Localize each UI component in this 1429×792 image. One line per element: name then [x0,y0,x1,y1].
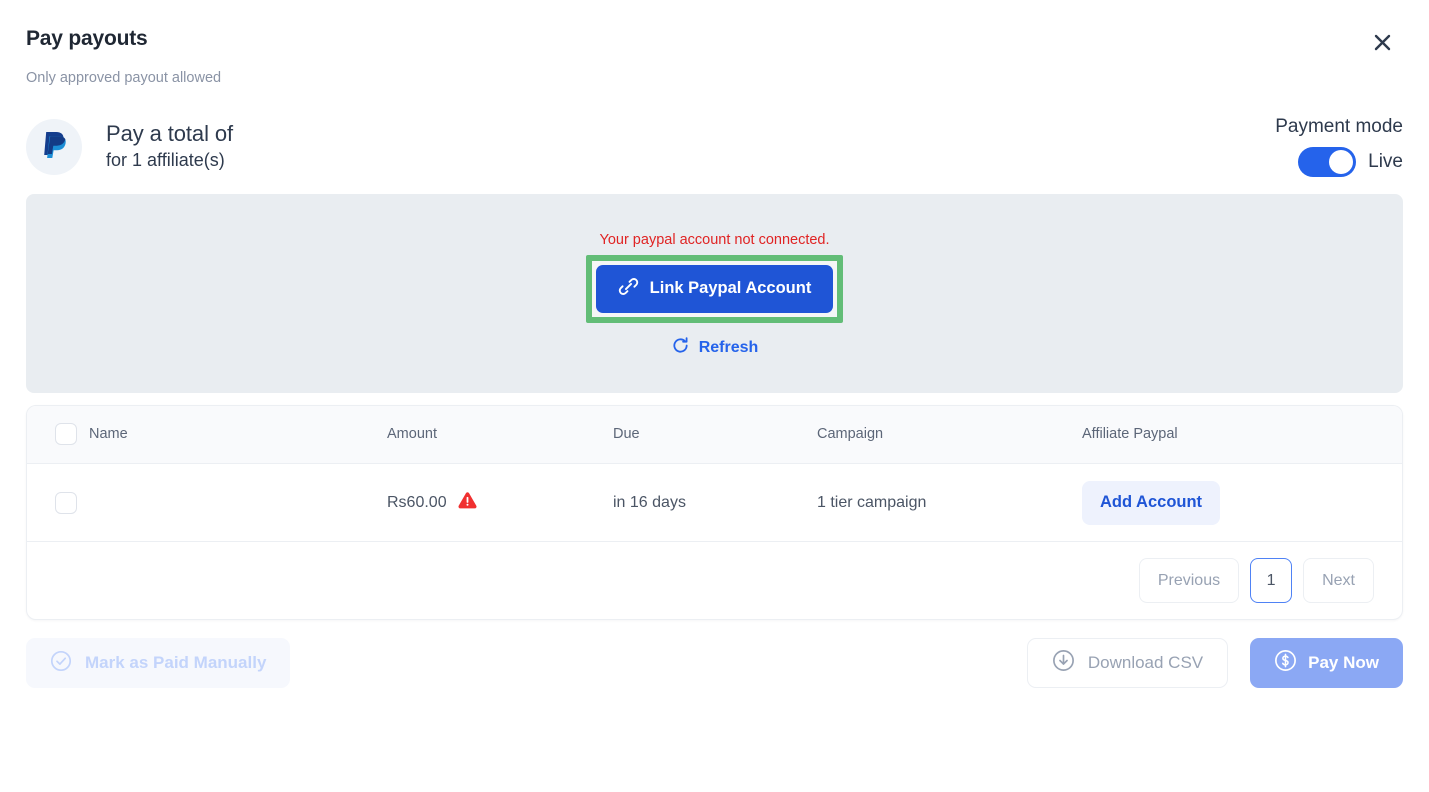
link-paypal-account-button[interactable]: Link Paypal Account [595,264,834,313]
next-page-button[interactable]: Next [1303,558,1374,604]
download-csv-button[interactable]: Download CSV [1026,638,1229,689]
link-paypal-highlight-box: Link Paypal Account [585,254,844,323]
table-head: Name Amount Due Campaign Affiliate Paypa… [27,405,1402,465]
payouts-table-card: Name Amount Due Campaign Affiliate Paypa… [26,404,1403,621]
link-icon [618,276,639,302]
warning-triangle-icon [457,491,478,515]
header-select-all [27,405,89,465]
modal-footer: Mark as Paid Manually Download CSV Pay N… [0,620,1429,689]
select-all-checkbox[interactable] [55,423,77,446]
download-circle-icon [1052,649,1075,677]
payment-mode-row: Live [1275,146,1403,177]
payment-mode-toggle[interactable] [1298,146,1357,177]
row-campaign: 1 tier campaign [817,463,1082,543]
row-select-cell [27,463,89,543]
summary-row: Pay a total of for 1 affiliate(s) Paymen… [0,88,1429,180]
header-campaign: Campaign [817,405,1082,465]
row-amount: Rs60.00 [387,493,447,511]
table-row: Rs60.00 in 16 days 1 tier campaign Add A… [27,463,1402,543]
download-csv-label: Download CSV [1087,653,1204,673]
toggle-knob [1329,149,1354,174]
paypal-icon [40,129,68,164]
payment-mode-value: Live [1368,150,1403,172]
pay-now-button[interactable]: Pay Now [1250,638,1403,689]
paypal-connect-banner: Your paypal account not connected. Link … [26,193,1403,393]
payment-mode-group: Payment mode Live [1275,116,1403,177]
add-account-button[interactable]: Add Account [1082,480,1221,525]
refresh-icon [671,336,690,360]
payouts-table: Name Amount Due Campaign Affiliate Paypa… [27,405,1402,543]
row-paypal-cell: Add Account [1082,463,1402,543]
mark-as-paid-manually-button[interactable]: Mark as Paid Manually [26,638,291,689]
table-header-row: Name Amount Due Campaign Affiliate Paypa… [27,405,1402,465]
pagination: Previous 1 Next [27,542,1402,619]
page-title: Pay payouts [26,27,148,50]
row-checkbox[interactable] [55,491,77,514]
paypal-badge [26,118,82,175]
summary-text: Pay a total of for 1 affiliate(s) [106,121,1275,172]
pay-now-label: Pay Now [1308,653,1379,673]
previous-page-button[interactable]: Previous [1138,558,1240,604]
page-number-1[interactable]: 1 [1250,558,1293,604]
table-body: Rs60.00 in 16 days 1 tier campaign Add A… [27,463,1402,543]
check-circle-icon [50,650,72,677]
paypal-not-connected-message: Your paypal account not connected. [599,231,830,248]
summary-affiliate-count: for 1 affiliate(s) [106,149,225,170]
close-button[interactable] [1365,27,1399,61]
modal-header: Pay payouts Only approved payout allowed [0,0,1429,88]
payment-mode-label: Payment mode [1275,116,1403,138]
header-due: Due [613,405,817,465]
dollar-circle-icon [1274,649,1297,677]
link-paypal-account-label: Link Paypal Account [649,279,812,298]
header-name: Name [89,405,387,465]
footer-actions: Download CSV Pay Now [1026,638,1403,689]
summary-total-label: Pay a total of [106,120,234,146]
header-affiliate-paypal: Affiliate Paypal [1082,405,1402,465]
mark-as-paid-label: Mark as Paid Manually [85,653,267,673]
refresh-button[interactable]: Refresh [671,336,759,360]
header-amount: Amount [387,405,613,465]
row-amount-cell: Rs60.00 [387,463,613,543]
row-due: in 16 days [613,463,817,543]
row-name [89,463,387,543]
close-icon [1373,33,1392,55]
page-subtitle: Only approved payout allowed [26,70,222,87]
refresh-label: Refresh [698,338,759,356]
